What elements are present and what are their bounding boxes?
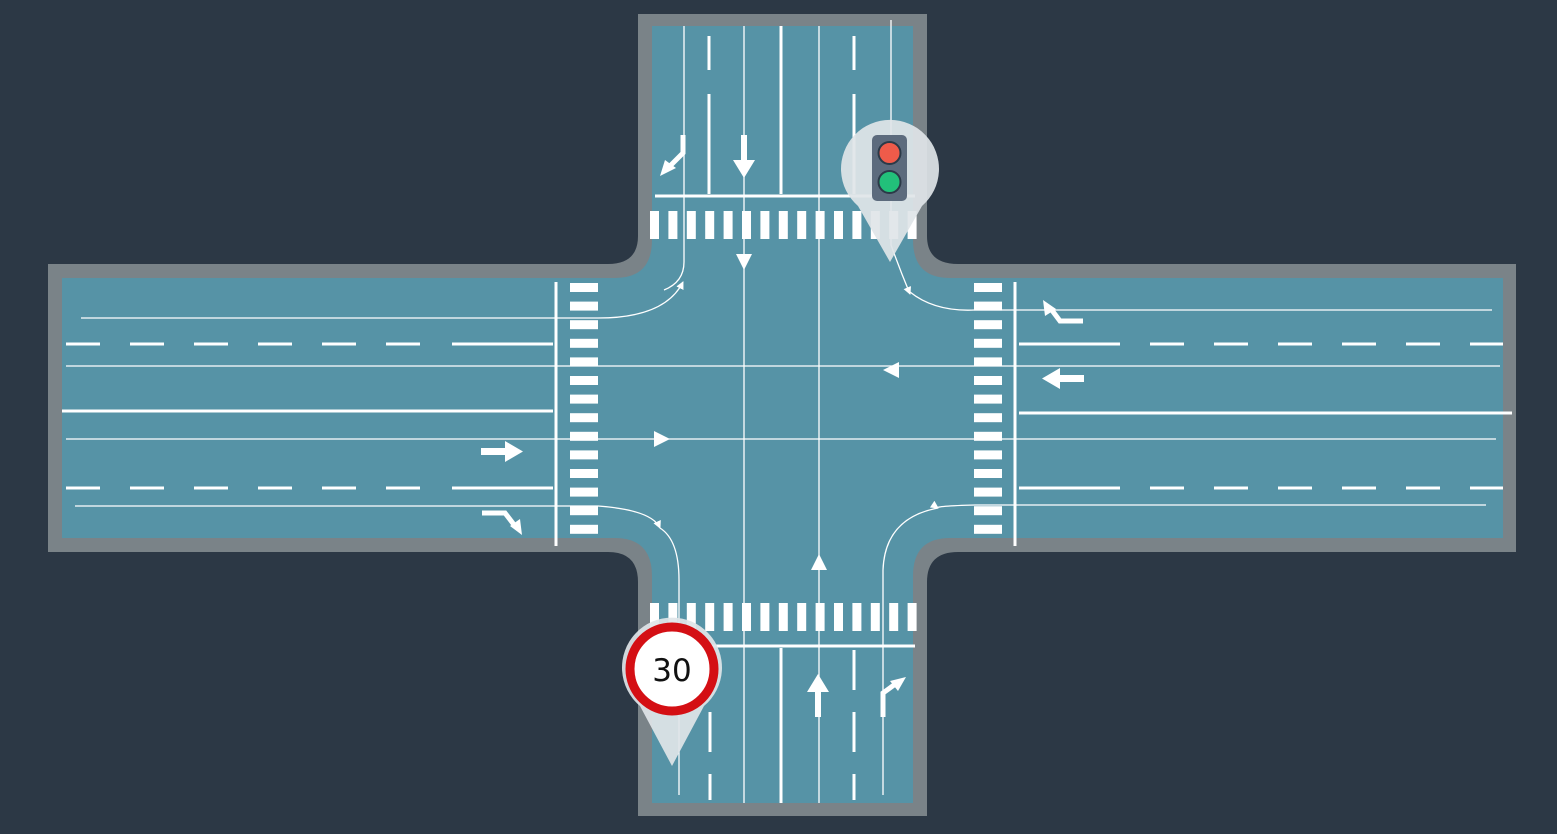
crosswalk-stripe xyxy=(570,338,598,348)
crosswalk-stripe xyxy=(870,603,880,631)
crosswalk-stripe xyxy=(974,338,1002,348)
crosswalk-stripe xyxy=(778,211,788,239)
crosswalk-stripe xyxy=(974,506,1002,516)
crosswalk-stripe xyxy=(974,320,1002,330)
crosswalk-stripe xyxy=(852,603,862,631)
crosswalk-stripe xyxy=(650,211,659,239)
crosswalk-stripe xyxy=(705,211,715,239)
crosswalk-stripe xyxy=(570,487,598,497)
crosswalk-stripe xyxy=(570,357,598,367)
crosswalk-stripe xyxy=(889,603,899,631)
crosswalk-stripe xyxy=(705,603,715,631)
crosswalk-stripe xyxy=(723,211,733,239)
crosswalk-stripe xyxy=(668,211,678,239)
crosswalk-stripe xyxy=(570,301,598,311)
crosswalk-stripe xyxy=(974,487,1002,497)
crosswalk-stripe xyxy=(570,524,598,534)
crosswalk-stripe xyxy=(974,469,1002,478)
green-light-lamp xyxy=(877,170,902,194)
crosswalk-stripe xyxy=(974,394,1002,404)
speed-limit-value: 30 xyxy=(652,653,691,689)
crosswalk-stripe xyxy=(570,413,598,423)
crosswalk-stripe xyxy=(815,211,825,239)
crosswalk-stripe xyxy=(778,603,788,631)
crosswalk-stripe xyxy=(974,524,1002,534)
crosswalk-stripe xyxy=(797,603,807,631)
crosswalk-stripe xyxy=(907,603,917,631)
crosswalk-stripe xyxy=(834,603,843,631)
intersection-diagram: 30 xyxy=(48,14,1516,816)
crosswalk-stripe xyxy=(570,469,598,478)
crosswalk-stripe xyxy=(974,283,1002,292)
crosswalk-stripe xyxy=(570,283,598,292)
crosswalk-stripe xyxy=(974,376,1002,385)
crosswalk-stripe xyxy=(974,357,1002,367)
crosswalk-stripe xyxy=(760,211,770,239)
crosswalk-stripe xyxy=(570,320,598,330)
crosswalk-stripe xyxy=(852,211,862,239)
crosswalk-stripe xyxy=(570,506,598,516)
crosswalk-stripe xyxy=(570,394,598,404)
crosswalk-stripe xyxy=(974,301,1002,311)
crosswalk-stripe xyxy=(760,603,770,631)
red-light-lamp xyxy=(877,141,902,165)
crosswalk-stripe xyxy=(723,603,733,631)
crosswalk-stripe xyxy=(797,211,807,239)
crosswalk-stripe xyxy=(570,450,598,460)
crosswalk-stripe xyxy=(974,413,1002,423)
crosswalk-stripe xyxy=(570,376,598,385)
crosswalk-stripe xyxy=(974,450,1002,460)
crosswalk-stripe xyxy=(686,211,696,239)
crosswalk-stripe xyxy=(815,603,825,631)
crosswalk-stripe xyxy=(834,211,843,239)
